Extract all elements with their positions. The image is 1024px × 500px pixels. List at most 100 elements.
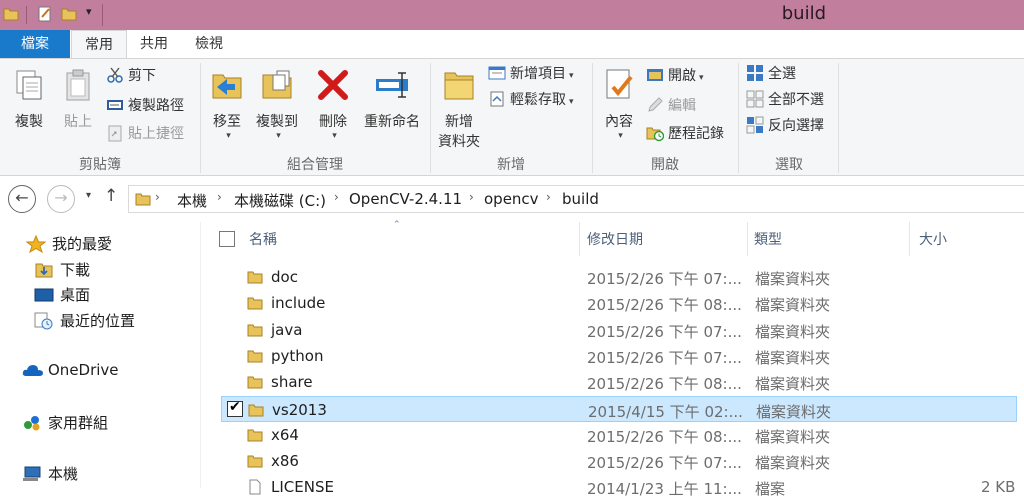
file-row[interactable]: x64 2015/2/26 下午 08:... 檔案資料夾	[221, 422, 1017, 448]
select-all-button[interactable]: 全選	[746, 63, 796, 85]
paste-shortcut-label: 貼上捷徑	[128, 126, 184, 142]
tab-view[interactable]: 檢視	[182, 30, 236, 58]
select-none-label: 全部不選	[768, 92, 824, 108]
column-header-type[interactable]: 類型	[754, 229, 782, 249]
file-date: 2015/2/26 下午 07:...	[587, 348, 742, 367]
new-folder-button[interactable]: 新增 資料夾	[434, 67, 484, 151]
copy-to-icon	[262, 70, 292, 99]
invert-selection-button[interactable]: 反向選擇	[746, 115, 824, 137]
properties-button[interactable]: 內容 ▾	[598, 67, 640, 141]
paste-shortcut-icon	[106, 124, 124, 142]
nav-recent-label: 最近的位置	[60, 312, 136, 330]
nav-favorites[interactable]: 我的最愛	[25, 233, 112, 254]
file-name: LICENSE	[271, 478, 334, 497]
breadcrumb-local-disk[interactable]: 本機磁碟 (C:)	[234, 190, 326, 211]
select-none-icon	[746, 90, 764, 108]
invert-selection-icon	[746, 116, 764, 134]
delete-dropdown-icon: ▾	[332, 131, 337, 141]
copy-label: 複製	[15, 114, 43, 130]
breadcrumb-opencv-2411[interactable]: OpenCV-2.4.11	[349, 190, 462, 208]
file-row[interactable]: x86 2015/2/26 下午 07:... 檔案資料夾	[221, 448, 1017, 474]
file-date: 2015/2/26 下午 08:...	[587, 296, 742, 315]
select-all-checkbox[interactable]	[219, 231, 235, 247]
copy-to-button[interactable]: 複製到 ▾	[252, 67, 302, 141]
copy-icon	[16, 70, 42, 100]
navigation-bar: ← → ▾ ↑ › 本機 › 本機磁碟 (C:) › OpenCV-2.4.11…	[0, 176, 1024, 222]
history-icon	[646, 124, 665, 142]
invert-selection-label: 反向選擇	[768, 118, 824, 134]
column-header-name[interactable]: 名稱	[249, 229, 277, 249]
file-row[interactable]: LICENSE 2014/1/23 上午 11:... 檔案 2 KB	[221, 474, 1017, 500]
file-type: 檔案資料夾	[755, 296, 831, 315]
nav-onedrive[interactable]: OneDrive	[22, 361, 119, 379]
open-button[interactable]: 開啟 ▾	[646, 65, 704, 87]
ribbon-tabs: 檔案 常用 共用 檢視	[0, 30, 1024, 59]
open-label: 開啟	[668, 68, 696, 84]
cut-button[interactable]: 剪下	[106, 65, 156, 87]
nav-this-pc-label: 本機	[48, 465, 79, 483]
breadcrumb-this-pc[interactable]: 本機	[177, 190, 207, 211]
address-bar[interactable]: › 本機 › 本機磁碟 (C:) › OpenCV-2.4.11 › openc…	[128, 185, 1024, 213]
folder-icon	[135, 193, 151, 206]
file-type: 檔案	[755, 480, 786, 499]
nav-desktop[interactable]: 桌面	[34, 284, 90, 305]
folder-icon	[247, 455, 263, 468]
nav-homegroup[interactable]: 家用群組	[22, 412, 108, 433]
delete-button[interactable]: 刪除 ▾	[312, 67, 354, 141]
column-header-date[interactable]: 修改日期	[587, 229, 643, 249]
file-date: 2015/4/15 下午 02:...	[588, 402, 743, 421]
file-type: 檔案資料夾	[755, 375, 831, 394]
file-date: 2015/2/26 下午 07:...	[587, 454, 742, 473]
file-row[interactable]: java 2015/2/26 下午 07:... 檔案資料夾	[221, 317, 1017, 343]
rename-button[interactable]: 重新命名	[360, 67, 424, 131]
breadcrumb-opencv[interactable]: opencv	[484, 190, 539, 208]
tab-file[interactable]: 檔案	[0, 30, 70, 58]
move-to-icon	[212, 74, 242, 99]
nav-homegroup-label: 家用群組	[48, 414, 109, 432]
nav-downloads[interactable]: 下載	[34, 259, 90, 280]
new-item-button[interactable]: 新增項目 ▾	[488, 63, 574, 85]
file-name: share	[271, 373, 313, 392]
breadcrumb-separator-icon: ›	[155, 190, 160, 204]
easy-access-button[interactable]: 輕鬆存取 ▾	[488, 89, 574, 111]
file-name: doc	[271, 268, 298, 286]
edit-label: 編輯	[668, 98, 696, 114]
file-row[interactable]: share 2015/2/26 下午 08:... 檔案資料夾	[221, 369, 1017, 395]
file-list: ⌃ 名稱 修改日期 類型 大小 doc 2015/2/26 下午 07:... 檔案…	[201, 220, 1024, 498]
move-to-button[interactable]: 移至 ▾	[206, 67, 248, 141]
nav-this-pc[interactable]: 本機	[22, 463, 78, 484]
breadcrumb-separator-icon: ›	[217, 190, 222, 204]
up-button[interactable]: ↑	[104, 186, 118, 206]
edit-button[interactable]: 編輯	[646, 95, 696, 117]
new-item-icon	[488, 64, 506, 82]
file-name: x64	[271, 425, 299, 444]
paste-shortcut-button[interactable]: 貼上捷徑	[106, 123, 184, 145]
file-row[interactable]: ✔ vs2013 2015/4/15 下午 02:... 檔案資料夾	[221, 395, 1017, 422]
nav-recent-places[interactable]: 最近的位置	[34, 310, 135, 331]
column-header-size[interactable]: 大小	[919, 229, 947, 249]
paste-button[interactable]: 貼上	[56, 67, 100, 131]
tab-home[interactable]: 常用	[71, 30, 127, 59]
edit-icon	[646, 96, 664, 114]
file-type: 檔案資料夾	[755, 427, 831, 446]
copy-button[interactable]: 複製	[8, 67, 50, 131]
copy-path-button[interactable]: 複製路徑	[106, 95, 184, 117]
folder-icon	[247, 376, 263, 389]
select-none-button[interactable]: 全部不選	[746, 89, 824, 111]
delete-icon	[318, 70, 348, 100]
back-button[interactable]: ←	[8, 185, 36, 213]
file-row[interactable]: include 2015/2/26 下午 08:... 檔案資料夾	[221, 290, 1017, 316]
file-row[interactable]: python 2015/2/26 下午 07:... 檔案資料夾	[221, 343, 1017, 369]
recent-locations-dropdown[interactable]: ▾	[86, 190, 91, 201]
file-name: java	[271, 320, 303, 339]
tab-share[interactable]: 共用	[128, 30, 180, 58]
ribbon: 複製 貼上 剪下 複製路徑 貼上捷徑 剪貼簿 移至 ▾ 複製到 ▾ 刪除 ▾ 重…	[0, 58, 1024, 176]
row-checkbox[interactable]: ✔	[227, 399, 243, 417]
history-button[interactable]: 歷程記錄	[646, 123, 724, 145]
copy-path-label: 複製路徑	[128, 98, 184, 114]
properties-label: 內容	[605, 114, 633, 130]
forward-button[interactable]: →	[47, 185, 75, 213]
file-row[interactable]: doc 2015/2/26 下午 07:... 檔案資料夾	[221, 264, 1017, 290]
clipboard-group-label: 剪貼簿	[79, 157, 121, 173]
breadcrumb-build[interactable]: build	[562, 190, 599, 208]
